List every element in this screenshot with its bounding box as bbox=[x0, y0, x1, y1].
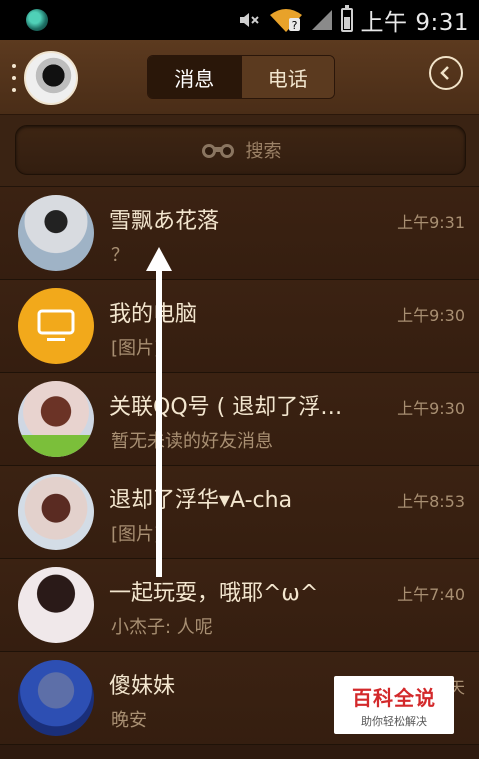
message-time: 上午9:31 bbox=[397, 213, 465, 232]
menu-dots-icon[interactable] bbox=[12, 64, 18, 92]
last-message: 小杰子: 人呢 bbox=[111, 617, 213, 638]
link-badge bbox=[18, 435, 94, 457]
contact-avatar bbox=[18, 288, 94, 364]
contact-avatar bbox=[18, 474, 94, 550]
conversation-row[interactable]: 关联QQ号 ( 退却了浮… 暂无未读的好友消息 上午9:30 bbox=[0, 373, 479, 466]
wifi-icon: ? bbox=[269, 9, 302, 32]
contact-name: 雪飘あ花落 bbox=[109, 209, 220, 234]
contact-name: 傻妹妹 bbox=[109, 674, 176, 699]
last-message: 暂无未读的好友消息 bbox=[111, 431, 273, 452]
watermark-subtitle: 助你轻松解决 bbox=[361, 714, 427, 728]
conversation-row[interactable]: 一起玩耍，哦耶^ω^ 小杰子: 人呢 上午7:40 bbox=[0, 559, 479, 652]
user-avatar[interactable] bbox=[24, 51, 78, 105]
chevron-left-icon bbox=[440, 66, 449, 80]
svg-text:?: ? bbox=[291, 19, 297, 32]
clock-time: 上午 9:31 bbox=[360, 10, 469, 36]
mute-icon bbox=[239, 13, 259, 27]
tab-messages[interactable]: 消息 bbox=[148, 56, 241, 98]
contact-avatar bbox=[18, 567, 94, 643]
computer-icon bbox=[37, 309, 75, 341]
contact-name: 关联QQ号 ( 退却了浮… bbox=[109, 395, 343, 420]
status-bar: ? 上午 9:31 bbox=[0, 0, 479, 40]
conversation-list: 雪飘あ花落 ？ 上午9:31 我的电脑 [图片] 上午9:30 关联QQ号 ( … bbox=[0, 187, 479, 745]
contact-avatar bbox=[18, 195, 94, 271]
contact-avatar bbox=[18, 660, 94, 736]
message-time: 上午9:30 bbox=[397, 306, 465, 325]
contact-name: 一起玩耍，哦耶^ω^ bbox=[109, 581, 319, 606]
top-bar: 消息 电话 bbox=[0, 40, 479, 115]
app-notification-icon bbox=[26, 9, 48, 31]
contact-name: 退却了浮华▾A-cha bbox=[109, 488, 293, 513]
search-input[interactable]: 搜索 bbox=[15, 125, 466, 175]
binoculars-icon bbox=[201, 144, 234, 158]
swipe-up-arrow-icon bbox=[146, 247, 172, 577]
signal-icon bbox=[311, 10, 332, 30]
message-time: 上午9:30 bbox=[397, 399, 465, 418]
last-message: ？ bbox=[111, 245, 129, 266]
search-placeholder: 搜索 bbox=[245, 141, 282, 162]
message-time: 上午7:40 bbox=[397, 585, 465, 604]
battery-icon bbox=[340, 5, 353, 32]
search-area: 搜索 bbox=[0, 115, 479, 187]
tab-switcher: 消息 电话 bbox=[147, 55, 335, 99]
conversation-row[interactable]: 退却了浮华▾A-cha [图片] 上午8:53 bbox=[0, 466, 479, 559]
tab-calls[interactable]: 电话 bbox=[240, 56, 334, 98]
conversation-row[interactable]: 我的电脑 [图片] 上午9:30 bbox=[0, 280, 479, 373]
watermark-title: 百科全说 bbox=[352, 685, 436, 710]
back-button[interactable] bbox=[429, 56, 463, 90]
contact-avatar bbox=[18, 381, 94, 457]
conversation-row[interactable]: 雪飘あ花落 ？ 上午9:31 bbox=[0, 187, 479, 280]
message-time: 上午8:53 bbox=[397, 492, 465, 511]
watermark-logo: 百科全说 助你轻松解决 bbox=[334, 676, 454, 734]
last-message: 晚安 bbox=[111, 710, 147, 731]
